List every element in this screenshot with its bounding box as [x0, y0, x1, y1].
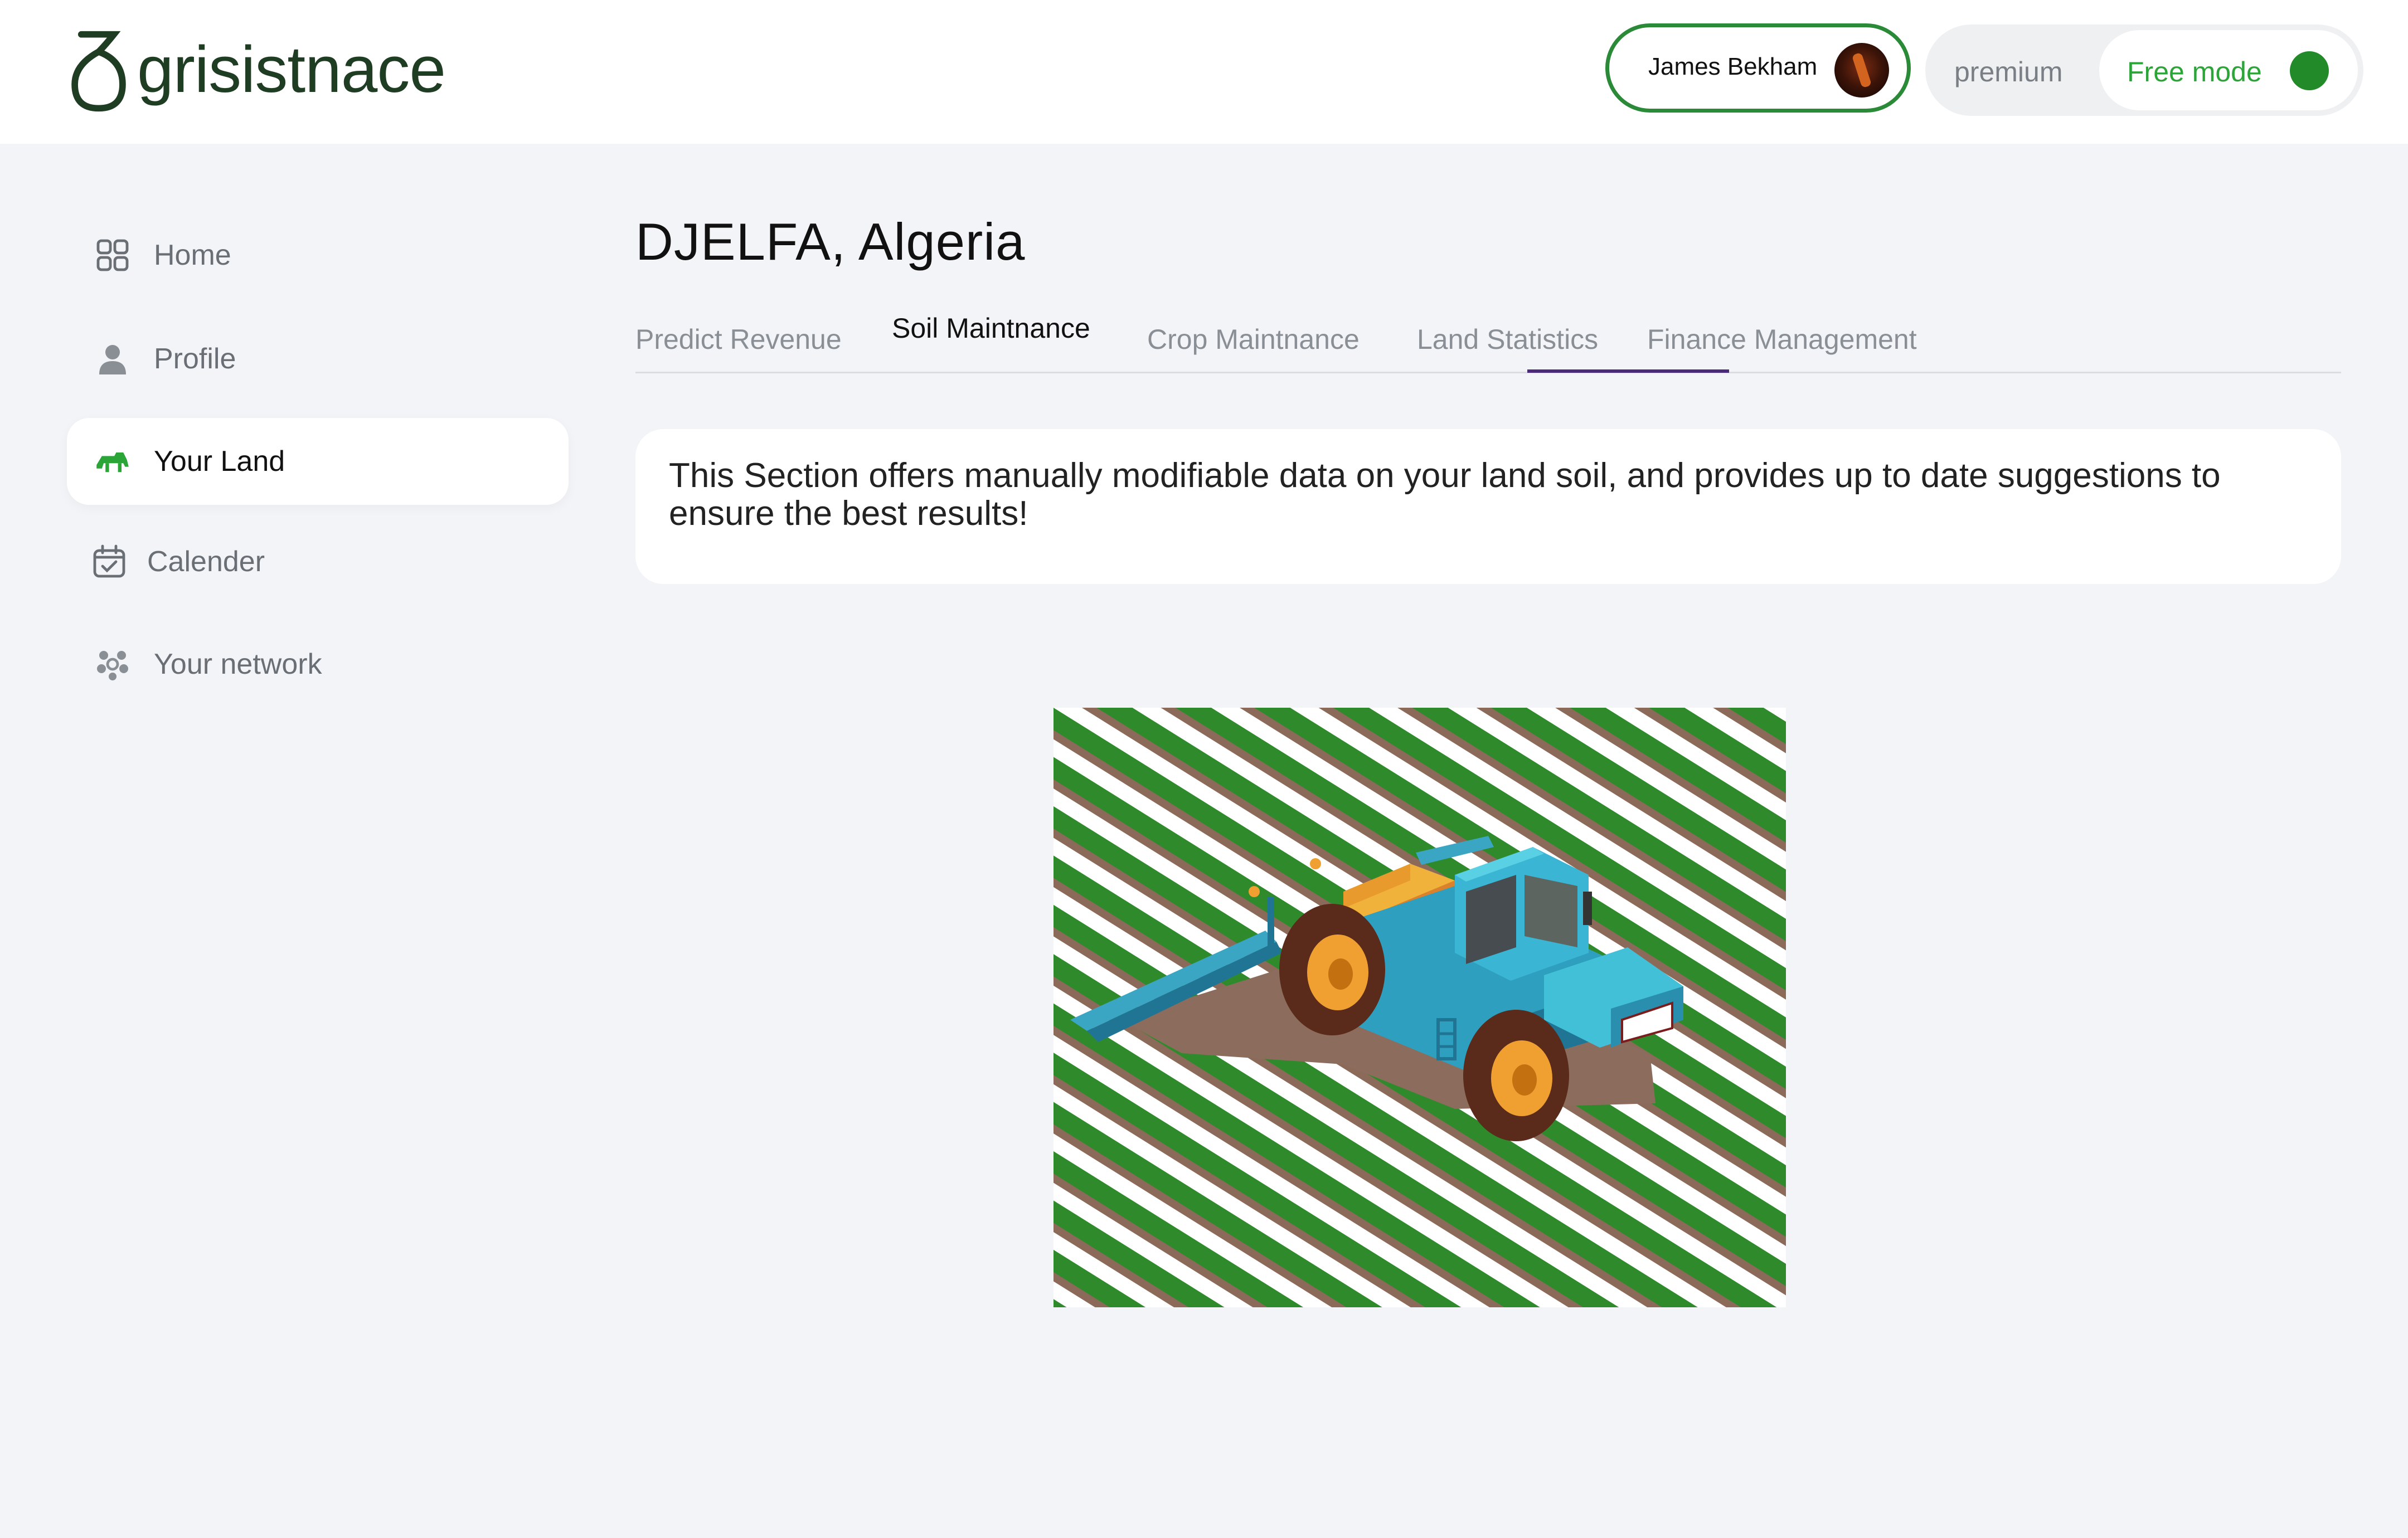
logo[interactable]: grisistnace — [66, 28, 446, 115]
info-text: This Section offers manually modifiable … — [669, 456, 2221, 533]
tab-bar: Predict Revenue Soil Maintnance Crop Mai… — [635, 312, 2341, 373]
front-wheel — [1463, 1010, 1569, 1141]
user-name: James Bekham — [1648, 53, 1818, 80]
mode-premium-option[interactable]: premium — [1954, 56, 2062, 88]
user-icon — [99, 345, 126, 374]
sidebar-item-profile[interactable]: Profile — [67, 315, 569, 402]
tractor-illustration — [1054, 708, 1786, 1307]
sidebar-item-home[interactable]: Home — [67, 212, 569, 299]
tab-predict-revenue[interactable]: Predict Revenue — [635, 323, 842, 356]
sidebar-item-label: Your network — [154, 648, 322, 680]
top-bar: grisistnace James Bekham premium Free mo… — [0, 0, 2408, 144]
calendar-icon — [93, 544, 125, 578]
sidebar-item-your-land[interactable]: Your Land — [67, 418, 569, 505]
tab-soil-maintnance[interactable]: Soil Maintnance — [892, 312, 1090, 344]
mode-toggle[interactable]: premium Free mode — [1925, 25, 2363, 116]
tab-land-statistics[interactable]: Land Statistics — [1417, 323, 1598, 356]
rear-wheel — [1279, 904, 1385, 1035]
sidebar-item-network[interactable]: Your network — [67, 621, 569, 708]
mode-free-label: Free mode — [2127, 56, 2262, 87]
sidebar-item-label: Calender — [147, 546, 265, 578]
info-card: This Section offers manually modifiable … — [635, 429, 2341, 584]
tab-crop-maintnance[interactable]: Crop Maintnance — [1147, 323, 1360, 356]
sidebar-item-label: Profile — [154, 343, 236, 375]
mode-status-dot — [2290, 51, 2329, 90]
mode-free-option[interactable]: Free mode — [2099, 30, 2358, 110]
sidebar-item-calendar[interactable]: Calender — [67, 518, 569, 605]
active-tab-indicator — [1527, 369, 1729, 373]
avatar[interactable] — [1834, 43, 1889, 98]
tab-finance-management[interactable]: Finance Management — [1647, 323, 1917, 356]
sidebar-item-label: Your Land — [154, 445, 285, 478]
sidebar-item-label: Home — [154, 239, 231, 271]
tractor-icon — [96, 452, 129, 473]
grid-icon — [96, 239, 129, 271]
page-title: DJELFA, Algeria — [635, 212, 1026, 271]
logo-mark-icon — [71, 31, 126, 112]
user-profile-chip[interactable]: James Bekham — [1605, 23, 1911, 113]
network-icon — [97, 651, 128, 680]
logo-text: grisistnace — [137, 33, 446, 106]
